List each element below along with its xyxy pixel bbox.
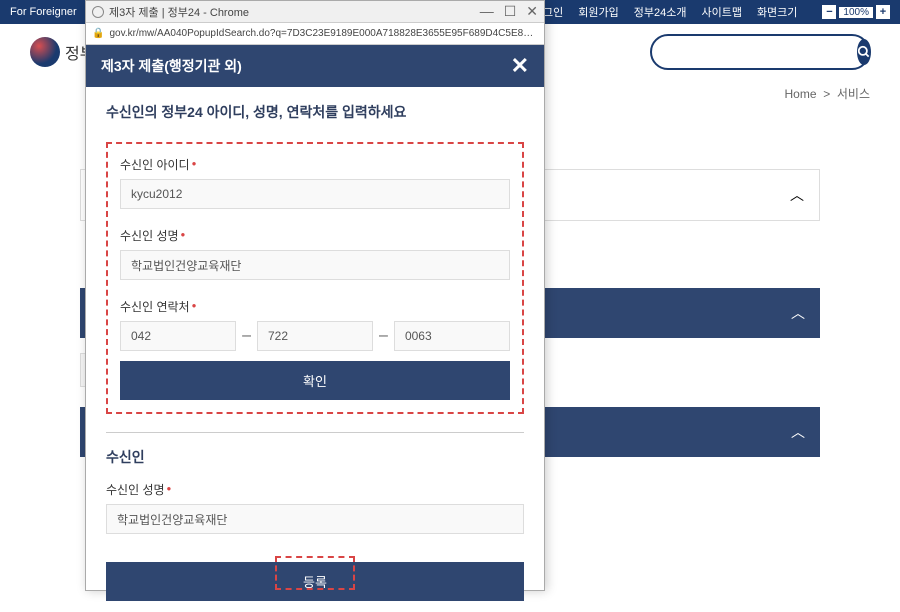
modal-close-button[interactable]: ✕ xyxy=(511,55,529,77)
recipient-name-label: 수신인 성명● xyxy=(120,227,510,244)
search-button[interactable] xyxy=(857,39,871,65)
phone-part1-input[interactable] xyxy=(120,321,236,351)
close-window-button[interactable]: ✕ xyxy=(526,3,538,20)
register-button[interactable]: 등록 xyxy=(106,562,524,601)
url-bar: 🔒 gov.kr/mw/AA040PopupIdSearch.do?q=7D3C… xyxy=(86,23,544,45)
recipient-name2-label: 수신인 성명● xyxy=(106,481,524,498)
popup-titlebar: 제3자 제출 | 정부24 - Chrome — ☐ ✕ xyxy=(86,1,544,23)
phone-separator: – xyxy=(379,327,388,345)
recipient-name2-input[interactable] xyxy=(106,504,524,534)
nav-textsize: 화면크기 xyxy=(757,4,797,20)
modal-body: 수신인의 정부24 아이디, 성명, 연락처를 입력하세요 수신인 아이디● 수… xyxy=(86,87,544,612)
logo-icon xyxy=(30,37,60,67)
chevron-up-icon: ︿ xyxy=(790,185,804,205)
highlighted-form-section: 수신인 아이디● 수신인 성명● 수신인 연락처● – – 확인 xyxy=(106,142,524,414)
lock-icon: 🔒 xyxy=(92,28,104,39)
confirm-button[interactable]: 확인 xyxy=(120,361,510,400)
breadcrumb-home[interactable]: Home xyxy=(785,87,817,101)
foreigner-link[interactable]: For Foreigner xyxy=(10,6,77,18)
phone-part2-input[interactable] xyxy=(257,321,373,351)
chrome-icon xyxy=(92,6,104,18)
zoom-value: 100% xyxy=(839,7,873,18)
recipient-id-input[interactable] xyxy=(120,179,510,209)
nav-sitemap[interactable]: 사이트맵 xyxy=(701,4,741,20)
titlebar-text: 제3자 제출 | 정부24 - Chrome xyxy=(109,4,480,20)
search-bar xyxy=(650,34,870,70)
search-icon xyxy=(857,45,871,59)
maximize-button[interactable]: ☐ xyxy=(504,3,517,20)
phone-separator: – xyxy=(242,327,251,345)
zoom-in-button[interactable]: + xyxy=(876,5,890,19)
modal-header: 제3자 제출(행정기관 외) ✕ xyxy=(86,45,544,87)
zoom-out-button[interactable]: − xyxy=(822,5,836,19)
breadcrumb-current: 서비스 xyxy=(837,87,870,101)
phone-part3-input[interactable] xyxy=(394,321,510,351)
nav-about[interactable]: 정부24소개 xyxy=(634,4,687,20)
modal-title: 제3자 제출(행정기관 외) xyxy=(101,56,242,76)
chevron-up-icon: ︿ xyxy=(791,303,805,323)
url-text: gov.kr/mw/AA040PopupIdSearch.do?q=7D3C23… xyxy=(109,28,538,39)
search-input[interactable] xyxy=(657,45,857,60)
chevron-up-icon: ︿ xyxy=(791,422,805,442)
recipient-id-label: 수신인 아이디● xyxy=(120,156,510,173)
recipient-name-input[interactable] xyxy=(120,250,510,280)
popup-window: 제3자 제출 | 정부24 - Chrome — ☐ ✕ 🔒 gov.kr/mw… xyxy=(85,0,545,591)
minimize-button[interactable]: — xyxy=(480,3,494,20)
recipient-contact-label: 수신인 연락처● xyxy=(120,298,510,315)
recipient-section-title: 수신인 xyxy=(106,447,524,467)
modal-instruction: 수신인의 정부24 아이디, 성명, 연락처를 입력하세요 xyxy=(106,102,524,122)
nav-signup[interactable]: 회원가입 xyxy=(578,4,618,20)
